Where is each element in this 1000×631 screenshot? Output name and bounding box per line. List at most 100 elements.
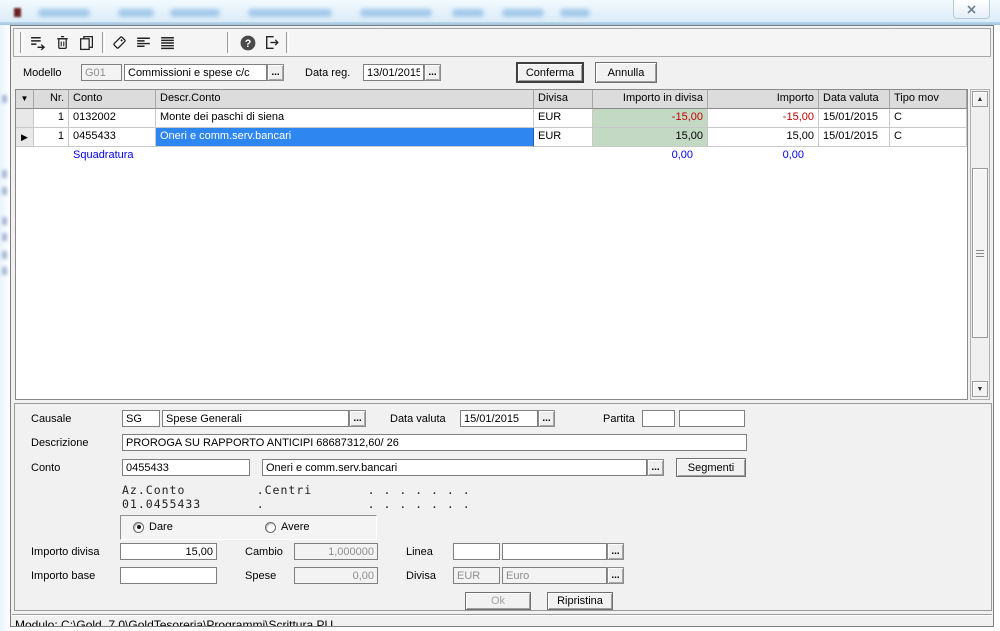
window-close-button[interactable] bbox=[953, 0, 990, 19]
delete-button[interactable] bbox=[51, 31, 74, 54]
data-valuta-field[interactable] bbox=[460, 410, 538, 427]
cell-divisa[interactable]: EUR bbox=[534, 128, 593, 147]
column-header-conto[interactable]: Conto bbox=[69, 90, 156, 109]
close-icon bbox=[965, 3, 978, 16]
segmenti-button[interactable]: Segmenti bbox=[676, 458, 746, 477]
divisa-code-field[interactable] bbox=[453, 567, 500, 584]
ok-button[interactable]: Ok bbox=[465, 592, 531, 610]
grid-header-row: ▼ Nr. Conto Descr.Conto Divisa Importo i… bbox=[16, 90, 967, 109]
partita-field-2[interactable] bbox=[679, 410, 745, 427]
causale-browse-button[interactable]: ... bbox=[349, 410, 366, 427]
status-text: Modulo: C:\Gold_7.0\GoldTesoreria\Progra… bbox=[15, 618, 333, 627]
cell-divisa[interactable]: EUR bbox=[534, 109, 593, 128]
column-header-importo[interactable]: Importo bbox=[708, 90, 819, 109]
thumb-grip bbox=[976, 250, 984, 251]
data-reg-field[interactable] bbox=[363, 64, 424, 81]
modello-browse-button[interactable]: ... bbox=[267, 64, 284, 81]
partita-label: Partita bbox=[603, 413, 635, 425]
annulla-button[interactable]: Annulla bbox=[595, 62, 657, 83]
grid-row[interactable]: 1 0132002 Monte dei paschi di siena EUR … bbox=[16, 109, 967, 128]
linea-browse-button[interactable]: ... bbox=[607, 543, 624, 560]
align-lines-icon bbox=[135, 34, 152, 51]
insert-row-button[interactable] bbox=[26, 31, 49, 54]
modello-code-field[interactable] bbox=[81, 64, 122, 81]
cell-conto[interactable]: 0455433 bbox=[69, 128, 156, 147]
cell-importo[interactable]: -15,00 bbox=[708, 109, 819, 128]
conto-code-field[interactable] bbox=[122, 459, 250, 476]
data-valuta-browse-button[interactable]: ... bbox=[538, 410, 555, 427]
blurred-menu-item[interactable] bbox=[560, 9, 590, 17]
cell-importo-in-divisa[interactable]: -15,00 bbox=[593, 109, 708, 128]
cambio-field[interactable] bbox=[294, 543, 378, 560]
column-header-data-valuta[interactable]: Data valuta bbox=[819, 90, 890, 109]
column-header-nr[interactable]: Nr. bbox=[34, 90, 69, 109]
cell-tipo-mov[interactable]: C bbox=[890, 128, 967, 147]
linea-desc-field[interactable] bbox=[502, 543, 607, 560]
partita-field-1[interactable] bbox=[642, 410, 675, 427]
dare-label: Dare bbox=[149, 521, 173, 533]
column-header-descr-conto[interactable]: Descr.Conto bbox=[156, 90, 534, 109]
ripristina-button[interactable]: Ripristina bbox=[547, 592, 613, 610]
data-reg-browse-button[interactable]: ... bbox=[424, 64, 441, 81]
cell-importo[interactable]: 15,00 bbox=[708, 128, 819, 147]
copy-button[interactable] bbox=[75, 31, 98, 54]
importo-divisa-field[interactable] bbox=[120, 543, 217, 560]
grid-row[interactable]: ▶ 1 0455433 Oneri e comm.serv.bancari EU… bbox=[16, 128, 967, 147]
scroll-down-button[interactable]: ▼ bbox=[972, 381, 988, 397]
exit-button[interactable] bbox=[260, 31, 283, 54]
cell-data-valuta[interactable]: 15/01/2015 bbox=[819, 128, 890, 147]
conto-desc-field[interactable] bbox=[262, 459, 647, 476]
blurred-menu-item[interactable] bbox=[248, 9, 332, 17]
cell-importo-in-divisa[interactable]: 15,00 bbox=[593, 128, 708, 147]
dare-radio[interactable]: Dare bbox=[133, 521, 173, 533]
thumb-grip bbox=[976, 253, 984, 254]
squadratura-importo-divisa: 0,00 bbox=[593, 147, 708, 166]
cell-tipo-mov[interactable]: C bbox=[890, 109, 967, 128]
cell-conto[interactable]: 0132002 bbox=[69, 109, 156, 128]
scrollbar-thumb[interactable] bbox=[972, 168, 988, 338]
footer-nr-cell bbox=[34, 147, 69, 166]
help-button[interactable]: ? bbox=[236, 31, 259, 54]
dense-lines-icon bbox=[159, 34, 176, 51]
importo-base-label: Importo base bbox=[31, 570, 95, 582]
column-header-importo-in-divisa[interactable]: Importo in divisa bbox=[593, 90, 708, 109]
linea-code-field[interactable] bbox=[453, 543, 500, 560]
detail-panel: Causale ... Data valuta ... Partita Desc… bbox=[14, 403, 992, 611]
avere-label: Avere bbox=[281, 521, 310, 533]
blurred-menu-item[interactable] bbox=[38, 9, 90, 17]
grid-selector-header[interactable]: ▼ bbox=[16, 90, 34, 109]
spese-field[interactable] bbox=[294, 567, 378, 584]
cell-nr[interactable]: 1 bbox=[34, 128, 69, 147]
cell-descr-conto-selected[interactable]: Oneri e comm.serv.bancari bbox=[156, 128, 534, 147]
modello-desc-field[interactable] bbox=[124, 64, 267, 81]
causale-desc-field[interactable] bbox=[162, 410, 349, 427]
importo-base-field[interactable] bbox=[120, 567, 217, 584]
modello-label: Modello bbox=[23, 67, 62, 79]
avere-radio[interactable]: Avere bbox=[265, 521, 310, 533]
cell-nr[interactable]: 1 bbox=[34, 109, 69, 128]
column-header-divisa[interactable]: Divisa bbox=[534, 90, 593, 109]
blurred-menu-item[interactable] bbox=[170, 9, 220, 17]
status-separator bbox=[12, 614, 992, 616]
blurred-menu-item[interactable] bbox=[118, 9, 154, 17]
importo-divisa-label: Importo divisa bbox=[31, 546, 99, 558]
cell-data-valuta[interactable]: 15/01/2015 bbox=[819, 109, 890, 128]
divisa-browse-button[interactable]: ... bbox=[607, 567, 624, 584]
blurred-menu-item[interactable] bbox=[452, 9, 484, 17]
toolbar: ? bbox=[13, 28, 991, 57]
blurred-menu-item[interactable] bbox=[360, 9, 432, 17]
footer-divisa-cell bbox=[534, 147, 593, 166]
column-header-tipo-mov[interactable]: Tipo mov bbox=[890, 90, 967, 109]
conto-browse-button[interactable]: ... bbox=[647, 459, 664, 476]
tag-button[interactable] bbox=[108, 31, 131, 54]
causale-code-field[interactable] bbox=[122, 410, 160, 427]
divisa-desc-field[interactable] bbox=[502, 567, 607, 584]
descrizione-field[interactable] bbox=[122, 434, 747, 451]
cell-descr-conto[interactable]: Monte dei paschi di siena bbox=[156, 109, 534, 128]
grid-vertical-scrollbar[interactable]: ▲ ▼ bbox=[970, 89, 990, 400]
scroll-up-button[interactable]: ▲ bbox=[972, 91, 988, 107]
list-button[interactable] bbox=[156, 31, 179, 54]
conferma-button[interactable]: Conferma bbox=[516, 62, 584, 83]
align-button[interactable] bbox=[132, 31, 155, 54]
blurred-menu-item[interactable] bbox=[502, 9, 544, 17]
